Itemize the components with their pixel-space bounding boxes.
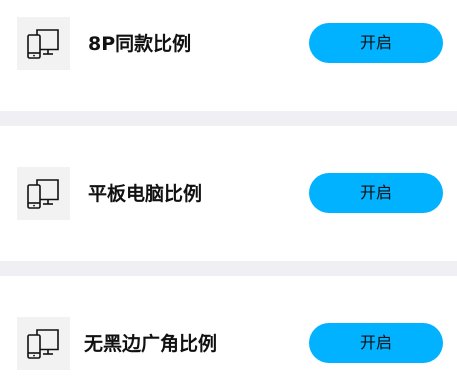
aspect-ratio-options-list: 8P同款比例 开启 平板电脑比例 开启 无黑边广角比例 开启 [0,0,457,379]
option-row-wide-angle-ratio: 无黑边广角比例 开启 [0,276,457,379]
enable-button[interactable]: 开启 [309,173,443,213]
option-row-tablet-ratio: 平板电脑比例 开启 [0,126,457,261]
option-label: 无黑边广角比例 [84,333,218,355]
enable-button[interactable]: 开启 [309,323,443,363]
enable-button[interactable]: 开启 [309,23,443,63]
section-divider [0,261,457,276]
section-divider [0,111,457,126]
phone-monitor-icon [17,167,70,220]
phone-monitor-icon [17,17,70,70]
option-label: 8P同款比例 [88,33,192,55]
option-label: 平板电脑比例 [88,183,203,205]
option-row-8p-ratio: 8P同款比例 开启 [0,0,457,111]
phone-monitor-icon [17,317,70,370]
